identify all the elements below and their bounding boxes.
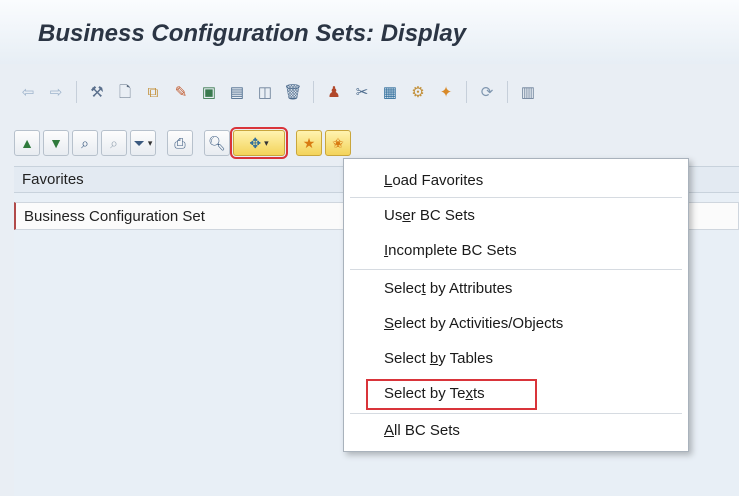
select-dropdown-icon: ✥ <box>249 134 262 151</box>
menu-separator <box>350 197 682 198</box>
add-favorite-icon: ★ <box>302 134 316 151</box>
menu-item-incomplete-bc-sets[interactable]: Incomplete BC Sets <box>384 237 517 265</box>
menu-item-user-bc-sets[interactable]: User BC Sets <box>384 202 475 230</box>
chevron-down-icon: ▾ <box>147 137 153 148</box>
menu-separator <box>350 413 682 414</box>
menu-item-select-by-attributes[interactable]: Select by Attributes <box>384 275 512 303</box>
sort-descending-button[interactable]: ▼ <box>43 130 69 156</box>
menu-item-all-bc-sets[interactable]: All BC Sets <box>384 417 460 445</box>
other-object-icon[interactable]: ⚒ <box>86 81 108 103</box>
filter-icon: ⏷ <box>133 134 145 151</box>
menu-item-select-by-activities-objects[interactable]: Select by Activities/Objects <box>384 310 563 338</box>
toolbar-separator <box>507 81 508 103</box>
copy-icon[interactable]: ⧉ <box>142 81 164 103</box>
toolbar-separator <box>76 81 77 103</box>
compare-icon[interactable]: ⚙ <box>407 81 429 103</box>
save-as-icon[interactable]: ▤ <box>226 81 248 103</box>
delete-icon[interactable]: 🗑 <box>282 81 304 103</box>
menu-separator <box>350 269 682 270</box>
sort-ascending-button[interactable]: ▲ <box>14 130 40 156</box>
highlight-box-select-by-texts <box>366 379 537 410</box>
forward-arrow-icon[interactable]: ⇨ <box>45 81 67 103</box>
refresh-icon[interactable]: ⟳ <box>476 81 498 103</box>
sort-ascending-icon: ▲ <box>20 135 34 151</box>
chevron-down-icon: ▾ <box>264 137 269 148</box>
print-icon: ⎙ <box>174 134 186 151</box>
standard-toolbar: ⇦ ⇨ ⚒ 🗋 ⧉ ✎ ▣ ▤ ◫ 🗑 ♟ ✂ ▦ ⚙ ✦ ⟳ ▥ <box>14 72 739 112</box>
info-icon[interactable]: ▥ <box>517 81 539 103</box>
menu-item-select-by-tables[interactable]: Select by Tables <box>384 345 493 373</box>
find-next-icon: ⌕ <box>110 134 118 151</box>
cut-icon[interactable]: ✂ <box>351 81 373 103</box>
find-icon: ⌕ <box>81 134 89 151</box>
where-used-icon[interactable]: ♟ <box>323 81 345 103</box>
select-dropdown-button[interactable]: ✥ ▾ <box>230 127 288 159</box>
sort-descending-icon: ▼ <box>49 135 63 151</box>
activate-icon[interactable]: ✦ <box>435 81 457 103</box>
display-icon[interactable]: ▣ <box>198 81 220 103</box>
menu-item-load-favorites[interactable]: Load Favorites <box>384 167 483 195</box>
transport-icon[interactable]: ▦ <box>379 81 401 103</box>
create-icon[interactable]: 🗋 <box>114 81 136 103</box>
favorites-icon: ✬ <box>332 134 344 151</box>
print-button[interactable]: ⎙ <box>167 130 193 156</box>
title-bar: Business Configuration Sets: Display <box>0 0 739 64</box>
window-title: Business Configuration Sets: Display <box>38 20 467 47</box>
filter-button[interactable]: ⏷ ▾ <box>130 130 156 156</box>
application-toolbar: ▲ ▼ ⌕ ⌕ ⏷ ▾ ⎙ 🔍︎ ✥ ▾ ★ ✬ <box>14 127 354 159</box>
search-button[interactable]: 🔍︎ <box>204 130 230 156</box>
search-icon: 🔍︎ <box>208 134 226 151</box>
change-icon[interactable]: ✎ <box>170 81 192 103</box>
find-button[interactable]: ⌕ <box>72 130 98 156</box>
add-favorite-button[interactable]: ★ <box>296 130 322 156</box>
find-next-button[interactable]: ⌕ <box>101 130 127 156</box>
toolbar-separator <box>466 81 467 103</box>
back-arrow-icon[interactable]: ⇦ <box>17 81 39 103</box>
toolbar-separator <box>313 81 314 103</box>
favorites-button[interactable]: ✬ <box>325 130 351 156</box>
print-preview-icon[interactable]: ◫ <box>254 81 276 103</box>
